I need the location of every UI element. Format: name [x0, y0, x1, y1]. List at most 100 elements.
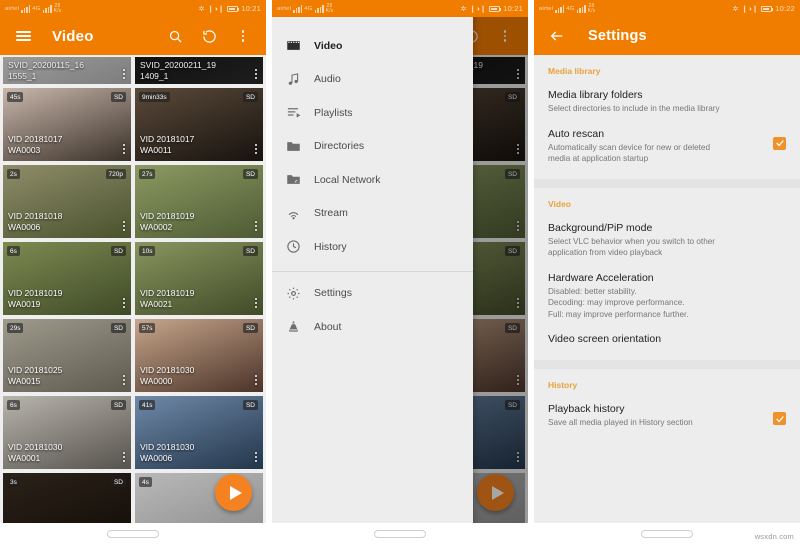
video-title: VID 20181019 WA0002 [140, 211, 195, 232]
video-card[interactable]: 27s SD VID 20181019 WA0002 [135, 165, 263, 238]
settings-item-text: Media library folders Select directories … [548, 88, 786, 115]
drawer-item-label: Playlists [314, 106, 353, 119]
refresh-history-icon[interactable] [198, 25, 220, 47]
status-left: airtel 4G 28 K/s [5, 3, 61, 14]
video-overflow-icon[interactable] [122, 220, 125, 231]
video-title: VID 20181030 WA0001 [8, 442, 63, 463]
screenshot-stage: airtel 4G 28 K/s ✲ ❙◑❙ 10:21 Video SVID_… [0, 0, 800, 545]
drawer-item-audio[interactable]: Audio [272, 63, 473, 97]
drawer-item-label: About [314, 320, 342, 333]
battery-icon [761, 5, 774, 12]
settings-item-title: Video screen orientation [548, 333, 662, 345]
network-type-label: 4G [304, 5, 313, 12]
settings-checkbox[interactable] [773, 136, 786, 150]
settings-item-text: Playback history Save all media played in… [548, 402, 765, 429]
video-overflow-icon[interactable] [122, 297, 125, 308]
video-overflow-icon[interactable] [122, 143, 125, 154]
video-overflow-icon[interactable] [254, 220, 257, 231]
video-card[interactable]: 6s SD VID 20181019 WA0019 [3, 242, 131, 315]
drawer-item-label: History [314, 240, 347, 253]
settings-item[interactable]: Auto rescan Automatically scan device for… [534, 119, 800, 169]
status-bar: airtel 4G 28 K/s ✲ ❙◑❙ 10:21 [0, 0, 266, 17]
network-type-label: 4G [32, 5, 41, 12]
video-quality-badge: 720p [105, 169, 126, 179]
video-quality-badge: SD [110, 477, 126, 487]
bluetooth-icon: ✲ [460, 5, 467, 13]
hamburger-menu-icon[interactable] [12, 25, 34, 47]
drawer-item-label: Directories [314, 140, 365, 153]
video-title: VID 20181030 WA0006 [140, 442, 195, 463]
video-card[interactable]: 9min33s SD VID 20181017 WA0011 [135, 88, 263, 161]
settings-item-text: Background/PiP mode Select VLC behavior w… [548, 221, 786, 259]
video-card[interactable]: 57s SD VID 20181030 WA0000 [135, 319, 263, 392]
overflow-menu-icon[interactable] [232, 25, 254, 47]
signal-icon-2 [42, 4, 52, 13]
data-speed-indicator: 28 K/s [587, 2, 596, 14]
drawer-item-playlists[interactable]: Playlists [272, 96, 473, 130]
settings-list: Media library Media library folders Select… [534, 55, 800, 523]
settings-item[interactable]: Playback history Save all media played in… [534, 394, 800, 433]
gesture-pill[interactable] [107, 530, 159, 538]
play-all-fab[interactable] [215, 474, 252, 511]
settings-item-text: Hardware Acceleration Disabled: better st… [548, 271, 786, 321]
video-overflow-icon[interactable] [122, 68, 125, 79]
vibrate-icon: ❙◑❙ [469, 5, 487, 13]
drawer-item-history[interactable]: History [272, 230, 473, 264]
drawer-item-directories[interactable]: Directories [272, 130, 473, 164]
video-card[interactable]: SVID_20200211_19 1409_1 [135, 57, 263, 84]
video-card[interactable]: SVID_20200115_16 1555_1 [3, 57, 131, 84]
video-card[interactable]: 10s SD VID 20181019 WA0021 [135, 242, 263, 315]
video-duration-badge: 45s [7, 92, 24, 102]
vibrate-icon: ❙◑❙ [741, 5, 759, 13]
signal-icon-2 [314, 4, 324, 13]
drawer-item-label: Settings [314, 287, 352, 300]
settings-item[interactable]: Video screen orientation [534, 324, 800, 350]
drawer-item-local-network[interactable]: Local Network [272, 163, 473, 197]
navigation-drawer: Video Audio Playlists Directories Local Netw… [272, 17, 473, 545]
settings-checkbox[interactable] [773, 412, 786, 425]
drawer-item-settings[interactable]: Settings [272, 277, 473, 311]
video-card[interactable]: 6s SD VID 20181030 WA0001 [3, 396, 131, 469]
video-overflow-icon[interactable] [254, 143, 257, 154]
video-overflow-icon[interactable] [254, 68, 257, 79]
app-bar-actions [164, 25, 254, 47]
video-card[interactable]: 29s SD VID 20181025 WA0015 [3, 319, 131, 392]
settings-item[interactable]: Media library folders Select directories … [534, 80, 800, 119]
drawer-item-about[interactable]: About [272, 310, 473, 344]
video-card[interactable]: 2s 720p VID 20181018 WA0006 [3, 165, 131, 238]
search-icon[interactable] [164, 25, 186, 47]
video-overflow-icon[interactable] [254, 451, 257, 462]
bluetooth-icon: ✲ [732, 5, 739, 13]
video-title: VID 20181017 WA0003 [8, 134, 63, 155]
drawer-item-stream[interactable]: Stream [272, 197, 473, 231]
video-duration-badge: 6s [7, 400, 20, 410]
video-quality-badge: SD [110, 92, 126, 102]
vibrate-icon: ❙◑❙ [207, 5, 225, 13]
gesture-pill[interactable] [641, 530, 693, 538]
settings-item-title: Playback history [548, 403, 625, 415]
signal-icon [21, 4, 31, 13]
drawer-item-label: Stream [314, 207, 348, 220]
video-card[interactable]: 41s SD VID 20181030 WA0006 [135, 396, 263, 469]
video-overflow-icon[interactable] [254, 374, 257, 385]
video-card[interactable]: 45s SD VID 20181017 WA0003 [3, 88, 131, 161]
video-duration-badge: 6s [7, 246, 20, 256]
settings-item-title: Media library folders [548, 89, 643, 101]
gesture-pill[interactable] [374, 530, 426, 538]
settings-item[interactable]: Hardware Acceleration Disabled: better st… [534, 263, 800, 325]
gear-icon [286, 286, 301, 301]
settings-section-title: History [548, 380, 578, 390]
video-overflow-icon[interactable] [254, 297, 257, 308]
video-quality-badge: SD [242, 400, 258, 410]
status-left-2: airtel 4G 28 K/s [277, 3, 333, 14]
app-bar-3: Settings [534, 17, 800, 55]
video-quality-badge: SD [242, 169, 258, 179]
back-arrow-icon[interactable] [546, 25, 568, 47]
video-overflow-icon[interactable] [122, 451, 125, 462]
drawer-item-video[interactable]: Video [272, 29, 473, 63]
video-card[interactable]: 3s SD [3, 473, 131, 523]
playlist-icon [286, 105, 301, 120]
settings-item[interactable]: Background/PiP mode Select VLC behavior w… [534, 213, 800, 263]
video-overflow-icon[interactable] [122, 374, 125, 385]
video-duration-badge: 10s [139, 246, 156, 256]
